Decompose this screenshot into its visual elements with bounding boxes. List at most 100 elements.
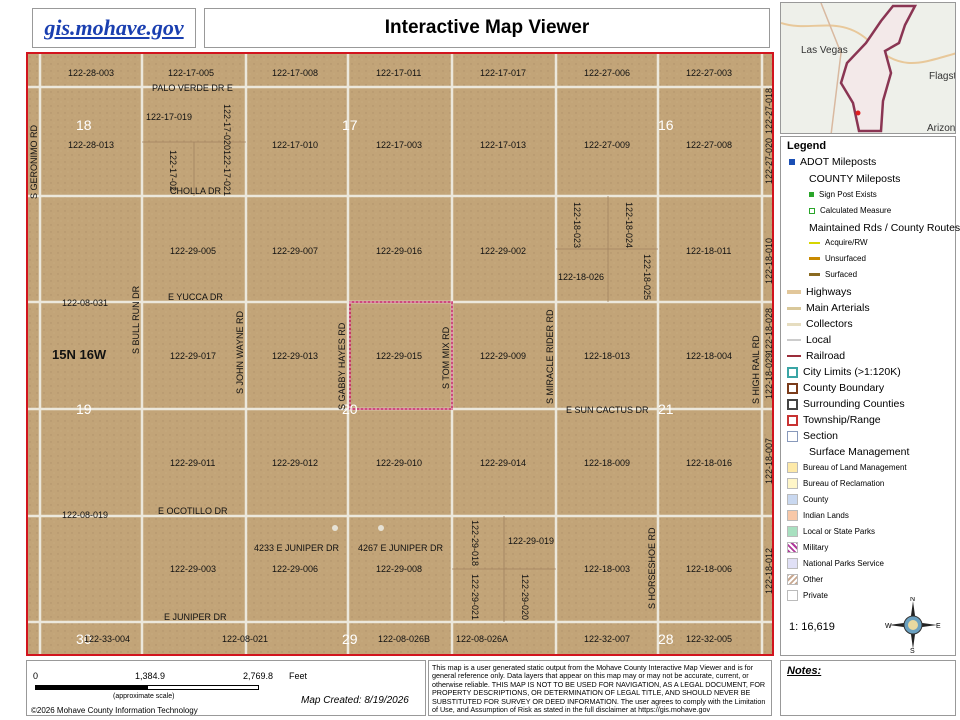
parcel-label[interactable]: 122-29-002 — [480, 246, 526, 256]
parcel-label[interactable]: 122-28-013 — [68, 140, 114, 150]
parcel-label[interactable]: 122-17-010 — [272, 140, 318, 150]
parcel-label[interactable]: 122-18-011 — [686, 246, 731, 256]
parcel-label[interactable]: 122-32-007 — [584, 634, 630, 644]
parcel-label[interactable]: 122-18-028 — [764, 308, 772, 354]
inset-map[interactable]: Las Vegas Flagsta Arizon — [780, 2, 956, 134]
site-link-box: gis.mohave.gov — [32, 8, 196, 48]
map-view[interactable]: 15N 16W 18 17 16 19 20 21 30 29 28 122-2… — [26, 52, 774, 656]
parcel-label[interactable]: 122-27-008 — [686, 140, 732, 150]
parcel-label[interactable]: 122-29-015 — [376, 351, 422, 361]
inset-map-graphic — [781, 3, 955, 133]
railroad-icon — [787, 355, 801, 357]
legend-item: Maintained Rds / County Routes — [809, 222, 960, 234]
parcel-label[interactable]: 122-18-007 — [764, 438, 772, 484]
parcel-address[interactable]: 4233 E JUNIPER DR — [254, 543, 340, 553]
parcel-label[interactable]: 122-18-016 — [686, 458, 732, 468]
parcel-label[interactable]: 122-29-003 — [170, 564, 216, 574]
parcel-label[interactable]: 122-18-029 — [764, 353, 772, 399]
parcel-label[interactable]: 122-29-016 — [376, 246, 422, 256]
legend-item: Calculated Measure — [809, 206, 891, 215]
parcel-label[interactable]: 122-29-021 — [470, 574, 480, 620]
section-number: 17 — [342, 117, 358, 133]
legend-title: Legend — [787, 140, 827, 152]
parcel-label[interactable]: 122-17-017 — [480, 68, 526, 78]
parcel-label[interactable]: 122-18-010 — [764, 238, 772, 284]
parcel-label[interactable]: 122-17-019 — [146, 112, 192, 122]
parcel-label[interactable]: 122-27-003 — [686, 68, 732, 78]
parcel-label[interactable]: 122-17-02 — [168, 150, 178, 191]
parcel-label[interactable]: 122-08-019 — [62, 510, 108, 520]
legend-item: Local or State Parks — [787, 526, 875, 537]
legend-item: Other — [787, 574, 823, 585]
parcel-label[interactable]: 122-29-006 — [272, 564, 318, 574]
parcel-label[interactable]: 122-18-009 — [584, 458, 630, 468]
section-number: 29 — [342, 631, 358, 647]
legend-item: Section — [787, 430, 838, 442]
legend-item: Surfaced — [809, 270, 857, 279]
parcel-label[interactable]: 122-29-019 — [508, 536, 554, 546]
parcel-label[interactable]: 122-27-020 — [764, 138, 772, 184]
legend-item: ADOT Mileposts — [789, 156, 876, 168]
legend-item: Main Arterials — [787, 302, 870, 314]
parcel-label[interactable]: 122-17-008 — [272, 68, 318, 78]
parcel-label[interactable]: 122-18-012 — [764, 548, 772, 594]
parcel-label[interactable]: 122-27-006 — [584, 68, 630, 78]
parcel-label[interactable]: 122-18-013 — [584, 351, 630, 361]
legend-item: Surface Management — [809, 446, 910, 458]
parcel-label[interactable]: 122-17-005 — [168, 68, 214, 78]
parcel-label[interactable]: 122-17-020 — [222, 104, 232, 150]
parcel-label[interactable]: 122-18-025 — [642, 254, 652, 300]
parcel-label[interactable]: 122-29-020 — [520, 574, 530, 620]
parcel-label[interactable]: 122-29-010 — [376, 458, 422, 468]
parcel-label[interactable]: 122-18-026 — [558, 272, 604, 282]
parcel-label[interactable]: 122-29-005 — [170, 246, 216, 256]
parcel-label[interactable]: 122-18-024 — [624, 202, 634, 248]
parcel-label[interactable]: 122-18-023 — [572, 202, 582, 248]
section-number: 16 — [658, 117, 674, 133]
site-link[interactable]: gis.mohave.gov — [44, 15, 183, 41]
parcel-label[interactable]: 122-29-017 — [170, 351, 216, 361]
parcel-label[interactable]: 122-29-007 — [272, 246, 318, 256]
road-label: S GERONIMO RD — [29, 124, 39, 199]
parcel-label[interactable]: 122-08-031 — [62, 298, 108, 308]
parcel-label[interactable]: 122-27-018 — [764, 88, 772, 134]
scale-note: (approximate scale) — [113, 693, 175, 700]
line-icon — [787, 322, 801, 326]
polygon-swatch-icon — [787, 398, 798, 410]
parcel-label[interactable]: 122-08-026A — [456, 634, 508, 644]
parcel-label[interactable]: 122-18-003 — [584, 564, 630, 574]
inset-label: Arizon — [927, 123, 956, 134]
parcel-label[interactable]: 122-08-026B — [378, 634, 430, 644]
parcel-label[interactable]: 122-29-012 — [272, 458, 318, 468]
parcel-label[interactable]: 122-08-021 — [222, 634, 268, 644]
parcel-label[interactable]: 122-17-011 — [376, 68, 421, 78]
parcel-label[interactable]: 122-17-013 — [480, 140, 526, 150]
disclaimer-text: This map is a user generated static outp… — [428, 660, 772, 716]
parcel-label[interactable]: 122-29-011 — [170, 458, 215, 468]
parcel-label[interactable]: 122-18-006 — [686, 564, 732, 574]
map-scale-ratio: 1: 16,619 — [789, 621, 835, 633]
scale-bar-segment — [147, 685, 259, 690]
section-number: 28 — [658, 631, 674, 647]
polygon-swatch-icon — [787, 382, 798, 394]
scale-tick: 2,769.8 — [243, 671, 274, 681]
parcel-label[interactable]: 122-17-003 — [376, 140, 422, 150]
parcel-label[interactable]: 122-29-009 — [480, 351, 526, 361]
parcel-address[interactable]: 4267 E JUNIPER DR — [358, 543, 444, 553]
polygon-swatch-icon — [787, 430, 798, 442]
parcel-label[interactable]: 122-33-004 — [84, 634, 130, 644]
inset-label: Las Vegas — [801, 45, 848, 56]
parcel-label[interactable]: 122-32-005 — [686, 634, 732, 644]
parcel-label[interactable]: 122-29-008 — [376, 564, 422, 574]
section-number: 21 — [658, 401, 674, 417]
parcel-label[interactable]: 122-29-014 — [480, 458, 526, 468]
parcel-label[interactable]: 122-17-021 — [222, 150, 232, 196]
page-title: Interactive Map Viewer — [384, 17, 590, 38]
hatch-swatch-icon — [787, 542, 798, 553]
parcel-label[interactable]: 122-18-004 — [686, 351, 732, 361]
parcel-label[interactable]: 122-29-013 — [272, 351, 318, 361]
legend-item: Surrounding Counties — [787, 398, 905, 410]
parcel-label[interactable]: 122-27-009 — [584, 140, 630, 150]
parcel-label[interactable]: 122-29-018 — [470, 520, 480, 566]
parcel-label[interactable]: 122-28-003 — [68, 68, 114, 78]
